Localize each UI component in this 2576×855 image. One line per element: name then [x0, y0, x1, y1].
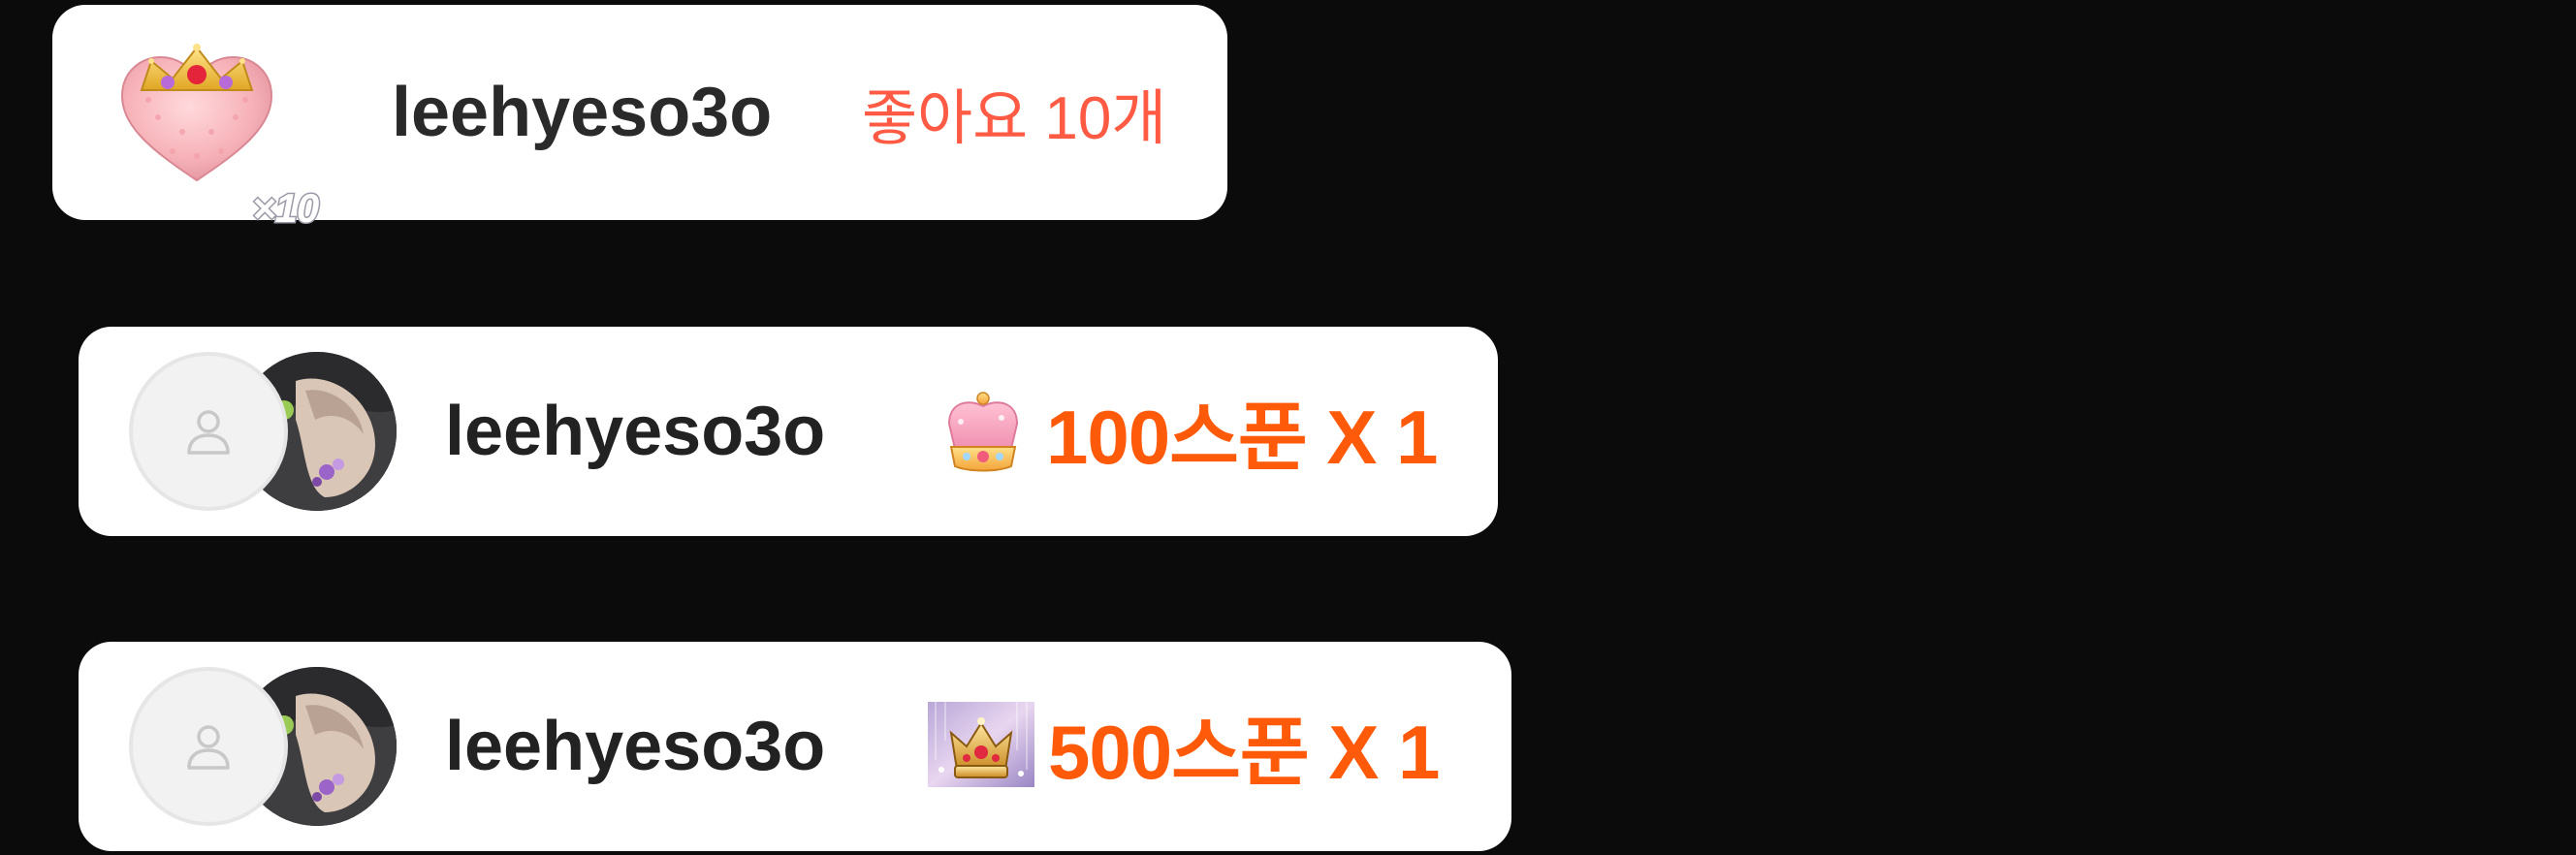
person-icon — [187, 410, 230, 455]
like-count-text: 좋아요 10개 — [862, 85, 1167, 152]
default-avatar[interactable] — [129, 352, 288, 511]
default-avatar[interactable] — [129, 667, 288, 826]
avatar-group — [129, 667, 478, 826]
crowned-heart-icon: ×10 — [114, 40, 321, 233]
gift-notification-card[interactable]: leehyeso3o — [79, 327, 1498, 536]
username[interactable]: leehyeso3o — [392, 5, 772, 220]
username[interactable]: leehyeso3o — [445, 327, 825, 536]
person-icon — [187, 725, 230, 770]
notification-feed: ×10 leehyeso3o 좋아요 10개 leehyeso3o 100스푼 … — [0, 0, 2576, 855]
like-notification-card[interactable]: ×10 leehyeso3o 좋아요 10개 — [52, 5, 1227, 233]
sticker-multiplier: ×10 — [250, 184, 320, 233]
gift-amount-text: 100스푼 X 1 — [1046, 395, 1438, 480]
gold-crown-sparkle-icon — [928, 702, 1034, 787]
gift-notification-card[interactable]: leehyeso3o — [79, 642, 1511, 851]
avatar-group — [129, 352, 478, 511]
gift-amount-text: 500스푼 X 1 — [1048, 710, 1440, 795]
username[interactable]: leehyeso3o — [445, 642, 825, 851]
pink-crown-icon — [939, 389, 1027, 476]
